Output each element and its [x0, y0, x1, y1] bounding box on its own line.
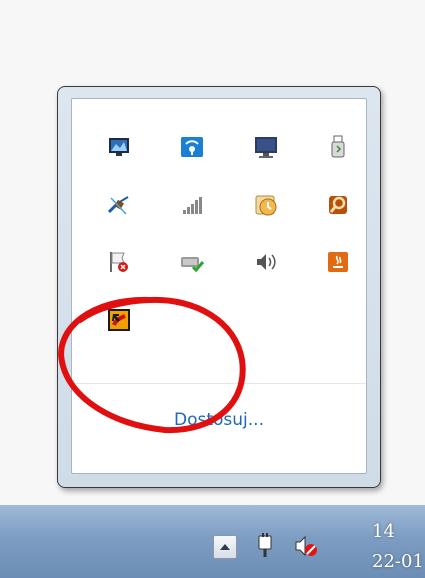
network-check-icon[interactable]	[174, 244, 210, 280]
power-plug-icon[interactable]	[253, 533, 279, 559]
taskbar: 14 22-01	[0, 505, 425, 578]
java-icon[interactable]	[320, 244, 356, 280]
flash-shortcut-icon[interactable]	[101, 302, 137, 338]
clock-time: 14	[372, 521, 395, 542]
show-hidden-icons-button[interactable]	[213, 535, 237, 559]
scheduler-clock-icon[interactable]	[248, 187, 284, 223]
network-monitor-icon[interactable]	[101, 129, 137, 165]
volume-muted-icon[interactable]	[293, 533, 319, 559]
search-magnifier-icon[interactable]	[320, 187, 356, 223]
display-icon[interactable]	[248, 129, 284, 165]
satellite-icon[interactable]	[101, 187, 137, 223]
taskbar-clock[interactable]: 14 22-01	[372, 517, 425, 577]
triangle-up-icon	[220, 544, 230, 550]
popup-footer-separator	[72, 383, 366, 384]
signal-bars-icon[interactable]	[174, 187, 210, 223]
wifi-signal-icon[interactable]	[174, 129, 210, 165]
customize-link[interactable]: Dostosuj...	[72, 410, 366, 430]
notification-overflow-popup: Dostosuj...	[57, 86, 381, 488]
tray-icon-grid	[72, 99, 366, 399]
usb-device-icon[interactable]	[320, 129, 356, 165]
volume-icon[interactable]	[248, 244, 284, 280]
action-center-flag-icon[interactable]	[101, 244, 137, 280]
clock-date: 22-01	[372, 551, 424, 572]
popup-content: Dostosuj...	[71, 98, 367, 474]
